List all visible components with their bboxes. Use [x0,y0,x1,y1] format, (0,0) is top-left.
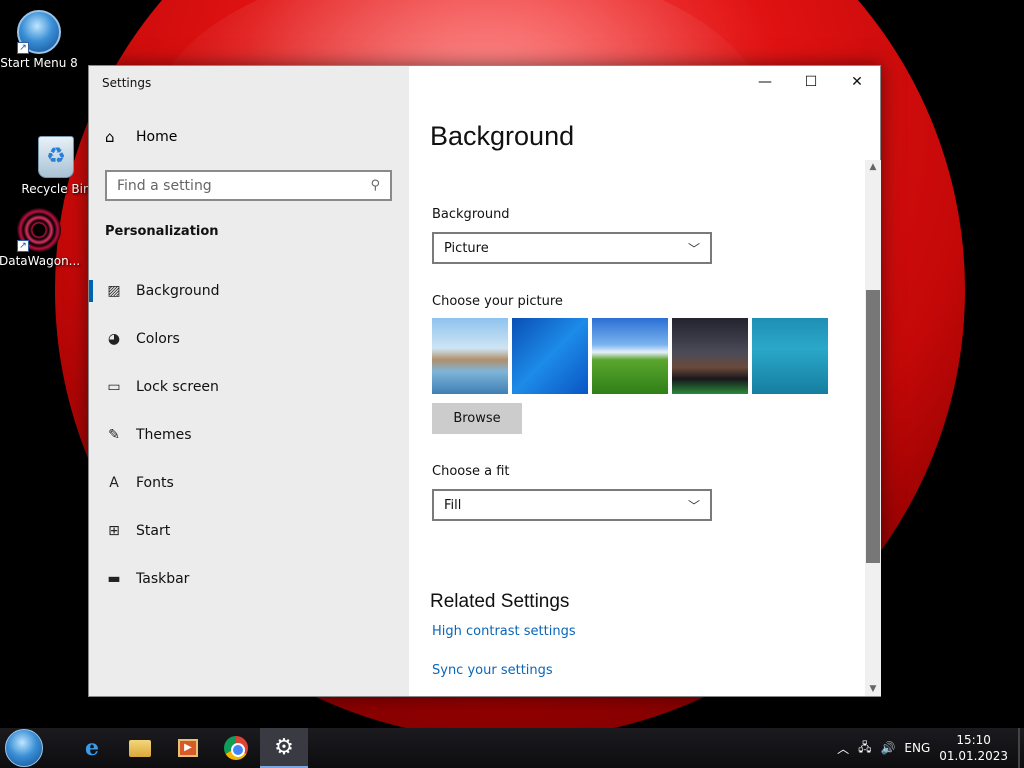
palette-icon: ◕ [107,331,121,347]
sidebar-item-label: Colors [136,331,180,347]
page-title: Background [430,121,575,151]
scroll-thumb[interactable] [866,290,880,563]
sidebar-item-lock-screen[interactable]: ▭ Lock screen [89,367,409,407]
background-dropdown[interactable]: Picture ﹀ [432,232,712,264]
picture-thumbnail-bliss[interactable] [592,318,668,394]
chevron-down-icon: ﹀ [687,241,700,256]
show-desktop-button[interactable] [1018,728,1020,768]
sidebar-home[interactable]: ⌂ Home [105,128,177,146]
window-title: Settings [102,76,152,90]
high-contrast-link[interactable]: High contrast settings [432,624,576,639]
start-grid-icon: ⊞ [108,523,120,539]
sidebar-item-label: Start [136,523,171,539]
desktop-icon-label: DataWagon... [0,254,81,268]
internet-explorer-icon: e [85,735,99,761]
search-input[interactable]: Find a setting ⚲ [105,170,392,201]
sync-settings-link[interactable]: Sync your settings [432,663,553,678]
close-button[interactable]: ✕ [834,66,880,98]
window-controls: — ☐ ✕ [742,66,880,98]
scroll-down-icon[interactable]: ▼ [865,684,881,694]
desktop-icon-recycle-bin[interactable]: ♻ Recycle Bin [16,136,96,196]
home-label: Home [136,129,178,145]
fit-dropdown[interactable]: Fill ﹀ [432,489,712,521]
sidebar-item-themes[interactable]: ✎ Themes [89,415,409,455]
picture-thumbnail-beach[interactable] [432,318,508,394]
picture-thumbnail-night-sky[interactable] [672,318,748,394]
chevron-up-icon[interactable]: ︿ [837,740,849,757]
picture-thumbnails [432,318,832,394]
section-heading: Personalization [105,224,219,239]
chevron-down-icon: ﹀ [687,498,700,513]
start-button[interactable] [5,729,43,767]
settings-window: Settings ⌂ Home Find a setting ⚲ Persona… [88,65,881,697]
fit-label: Choose a fit [432,464,510,479]
related-settings-heading: Related Settings [430,591,570,612]
lock-screen-icon: ▭ [107,379,121,395]
sidebar-item-label: Themes [136,427,192,443]
folder-icon [129,739,151,757]
sidebar-item-label: Background [136,283,220,299]
clock[interactable]: 15:10 01.01.2023 [939,732,1008,764]
font-icon: A [109,475,119,491]
picture-thumbnail-underwater[interactable] [752,318,828,394]
taskbar-app-internet-explorer[interactable]: e [68,728,116,768]
search-icon[interactable]: ⚲ [370,178,380,193]
sidebar-item-taskbar[interactable]: ▬ Taskbar [89,559,409,599]
search-placeholder: Find a setting [117,177,212,194]
taskbar-app-settings[interactable]: ⚙ [260,728,308,768]
system-tray: ︿ 🖧 🔊 ENG 15:10 01.01.2023 [837,728,1024,768]
volume-icon[interactable]: 🔊 [880,741,895,755]
clock-date: 01.01.2023 [939,749,1008,763]
picture-icon: ▨ [107,283,121,299]
taskbar-icon: ▬ [107,571,121,587]
desktop-icon-datawagon[interactable]: ↗ DataWagon... [0,208,81,268]
browse-button[interactable]: Browse [432,403,522,434]
scrollbar[interactable]: ▲ ▼ [865,160,881,696]
brush-icon: ✎ [108,427,120,443]
minimize-button[interactable]: — [742,66,788,98]
sidebar-item-label: Taskbar [136,571,190,587]
home-icon: ⌂ [105,128,115,146]
picture-thumbnail-windows[interactable] [512,318,588,394]
background-label: Background [432,207,510,222]
media-player-icon: ▶ [178,739,198,757]
clock-time: 15:10 [956,733,991,747]
chrome-icon [224,736,248,760]
desktop-icon-label: Start Menu 8 [0,56,78,70]
taskbar: e ▶ ⚙ ︿ 🖧 🔊 ENG 15:10 01.01.2023 [0,728,1024,768]
sidebar-item-start[interactable]: ⊞ Start [89,511,409,551]
network-icon[interactable]: 🖧 [858,738,871,759]
sidebar-item-label: Lock screen [136,379,219,395]
taskbar-app-media-player[interactable]: ▶ [164,728,212,768]
sidebar-item-colors[interactable]: ◕ Colors [89,319,409,359]
sidebar-item-label: Fonts [136,475,174,491]
sidebar: Settings ⌂ Home Find a setting ⚲ Persona… [89,66,409,696]
recycle-bin-icon: ♻ [38,136,74,178]
sidebar-item-fonts[interactable]: A Fonts [89,463,409,503]
background-dropdown-value: Picture [444,240,489,256]
desktop-icon-start-menu-8[interactable]: ↗ Start Menu 8 [0,10,79,70]
language-indicator[interactable]: ENG [904,741,930,755]
choose-picture-label: Choose your picture [432,294,563,309]
fit-dropdown-value: Fill [444,497,462,513]
gear-icon: ⚙ [274,734,294,760]
taskbar-app-file-explorer[interactable] [116,728,164,768]
scroll-up-icon[interactable]: ▲ [865,162,881,172]
desktop-icon-label: Recycle Bin [21,182,91,196]
sidebar-item-background[interactable]: ▨ Background [89,271,409,311]
maximize-button[interactable]: ☐ [788,66,834,98]
taskbar-app-chrome[interactable] [212,728,260,768]
